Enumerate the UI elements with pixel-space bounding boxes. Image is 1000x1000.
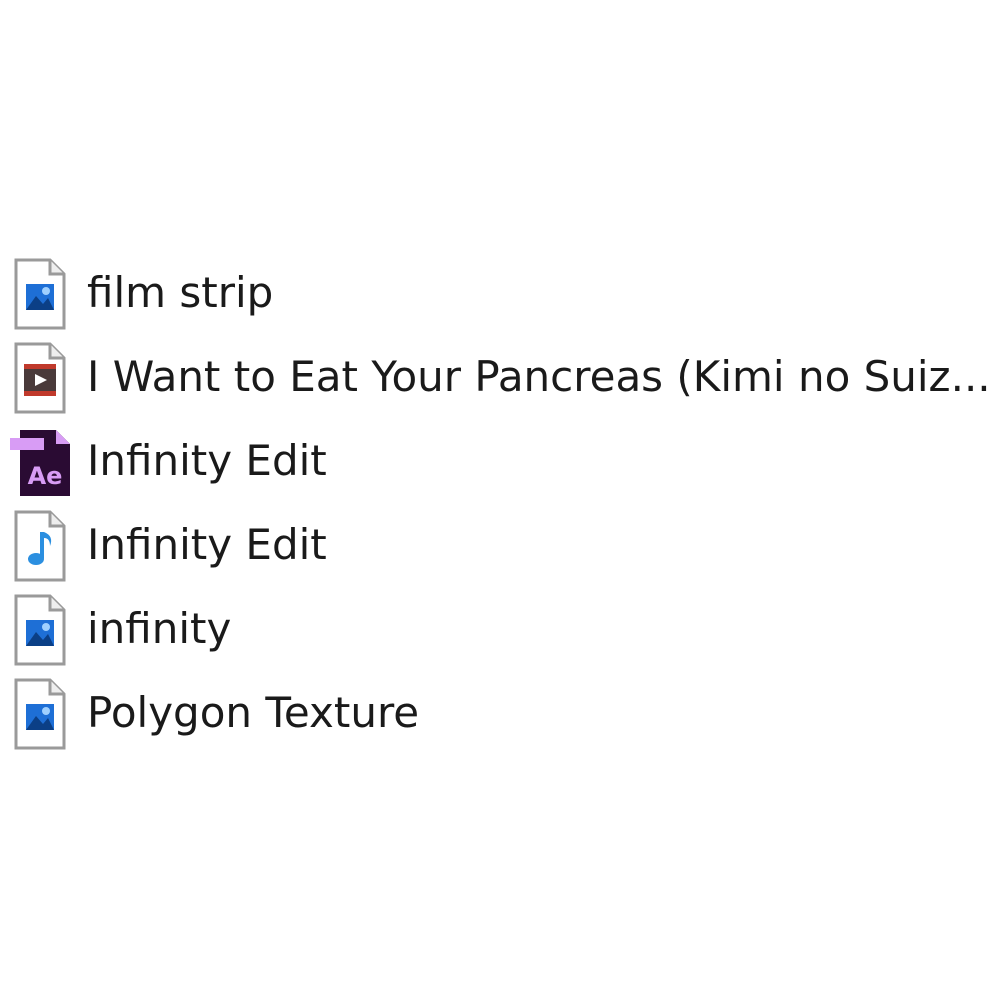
image-file-icon [10, 254, 70, 334]
list-item[interactable]: I Want to Eat Your Pancreas (Kimi no Sui… [0, 334, 1000, 418]
list-item[interactable]: Ae Infinity Edit [0, 418, 1000, 502]
audio-file-icon [10, 506, 70, 586]
image-file-icon [10, 590, 70, 670]
video-file-icon [10, 338, 70, 418]
list-item[interactable]: Infinity Edit [0, 502, 1000, 586]
after-effects-file-icon: Ae [10, 422, 70, 502]
ae-icon-label: Ae [28, 462, 63, 490]
file-name: infinity [87, 604, 232, 653]
list-item[interactable]: film strip [0, 250, 1000, 334]
file-name: Infinity Edit [87, 520, 327, 569]
file-list: film strip I Want to Eat Your Pancreas (… [0, 250, 1000, 754]
list-item[interactable]: infinity [0, 586, 1000, 670]
file-name: I Want to Eat Your Pancreas (Kimi no Sui… [87, 352, 991, 401]
image-file-icon [10, 674, 70, 754]
list-item[interactable]: Polygon Texture [0, 670, 1000, 754]
file-name: film strip [87, 268, 274, 317]
file-name: Polygon Texture [87, 688, 420, 737]
file-name: Infinity Edit [87, 436, 327, 485]
